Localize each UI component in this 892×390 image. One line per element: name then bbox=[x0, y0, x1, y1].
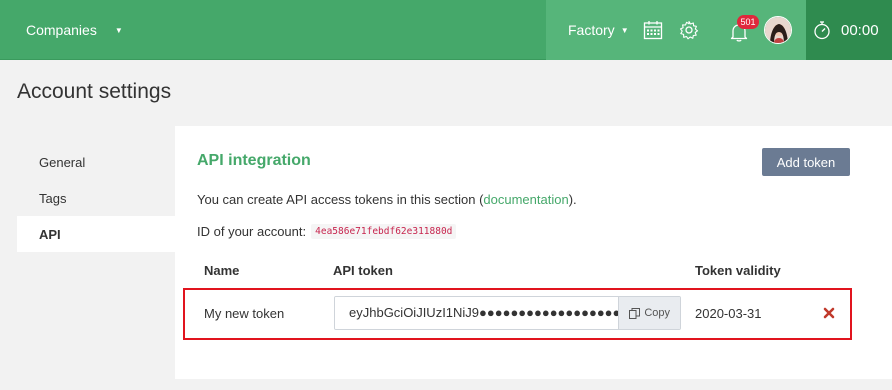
account-id-label: ID of your account: bbox=[197, 224, 307, 239]
notification-badge: 501 bbox=[737, 15, 759, 29]
add-token-button[interactable]: Add token bbox=[762, 148, 850, 176]
copy-button[interactable]: Copy bbox=[618, 297, 680, 329]
chevron-down-icon: ▼ bbox=[114, 25, 123, 35]
chevron-down-icon: ▼ bbox=[620, 25, 629, 35]
section-title: API integration bbox=[197, 152, 311, 169]
sidebar-item-api[interactable]: API bbox=[17, 216, 175, 252]
sidebar-item-label: API bbox=[39, 226, 61, 242]
column-header-token-validity: Token validity bbox=[695, 263, 781, 278]
companies-label: Companies bbox=[26, 22, 97, 38]
account-id-value: 4ea586e71febdf62e311880d bbox=[311, 224, 457, 239]
timer-display: 00:00 bbox=[841, 21, 879, 39]
sidebar-item-general[interactable]: General bbox=[17, 144, 175, 180]
info-suffix: ). bbox=[568, 192, 577, 207]
token-field-group: eyJhbGciOiJIUzI1NiJ9●●●●●●●●●●●●●●●●●●● … bbox=[334, 296, 681, 330]
sidebar-item-label: Tags bbox=[39, 190, 67, 206]
factory-dropdown[interactable]: Factory ▼ bbox=[568, 0, 629, 60]
top-bar: Companies ▼ Factory ▼ 501 00:00 bbox=[0, 0, 892, 60]
info-prefix: You can create API access tokens in this… bbox=[197, 192, 484, 207]
column-header-name: Name bbox=[204, 263, 240, 278]
api-info-text: You can create API access tokens in this… bbox=[197, 192, 577, 207]
copy-icon bbox=[629, 307, 641, 319]
token-name: My new token bbox=[204, 306, 285, 321]
documentation-link[interactable]: documentation bbox=[483, 192, 568, 207]
companies-dropdown[interactable]: Companies ▼ bbox=[26, 0, 123, 60]
sidebar-item-tags[interactable]: Tags bbox=[17, 180, 175, 216]
account-id-row: ID of your account: 4ea586e71febdf62e311… bbox=[197, 224, 457, 239]
token-validity: 2020-03-31 bbox=[695, 306, 762, 321]
settings-sidebar: General Tags API bbox=[17, 144, 175, 252]
copy-label: Copy bbox=[644, 307, 671, 319]
gear-icon[interactable] bbox=[679, 20, 699, 40]
delete-icon[interactable] bbox=[823, 307, 835, 319]
api-token-field[interactable]: eyJhbGciOiJIUzI1NiJ9●●●●●●●●●●●●●●●●●●● bbox=[335, 297, 619, 329]
factory-label: Factory bbox=[568, 22, 615, 38]
api-integration-panel: API integration Add token You can create… bbox=[175, 126, 892, 379]
calendar-icon[interactable] bbox=[643, 20, 663, 40]
page-title: Account settings bbox=[17, 80, 172, 103]
avatar[interactable] bbox=[764, 16, 792, 44]
column-header-api-token: API token bbox=[333, 263, 393, 278]
stopwatch-icon[interactable] bbox=[812, 20, 832, 40]
sidebar-item-label: General bbox=[39, 154, 86, 170]
